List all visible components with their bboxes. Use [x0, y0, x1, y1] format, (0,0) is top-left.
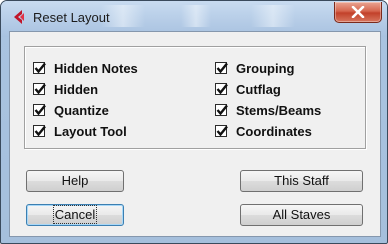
checkbox-label: Stems/Beams — [236, 102, 322, 118]
titlebar-reflection — [181, 5, 211, 27]
close-x-icon — [351, 6, 365, 18]
checkbox-stems-beams[interactable]: Stems/Beams — [215, 101, 321, 119]
checkbox-grouping[interactable]: Grouping — [215, 59, 295, 77]
checkbox-quantize[interactable]: Quantize — [33, 101, 109, 119]
checkmark-icon — [34, 104, 46, 116]
checkbox-box[interactable] — [215, 83, 228, 95]
checkmark-icon — [216, 104, 228, 116]
checkmark-icon — [34, 125, 46, 137]
checkmark-icon — [216, 83, 228, 95]
cubase-logo-icon — [14, 10, 24, 24]
checkbox-label: Hidden Notes — [54, 60, 138, 76]
reset-layout-dialog: Reset Layout Hidden Notes Hidden Quantiz… — [0, 0, 388, 244]
checkbox-hidden[interactable]: Hidden — [33, 80, 98, 98]
checkbox-layout-tool[interactable]: Layout Tool — [33, 122, 127, 140]
checkmark-icon — [216, 62, 228, 74]
checkbox-box[interactable] — [33, 104, 46, 116]
dialog-body: Hidden Notes Hidden Quantize Layout Tool — [9, 31, 381, 237]
checkbox-hidden-notes[interactable]: Hidden Notes — [33, 59, 138, 77]
checkbox-label: Cutflag — [236, 81, 281, 97]
checkbox-label: Quantize — [54, 102, 109, 118]
checkbox-box[interactable] — [33, 62, 46, 74]
checkbox-label: Grouping — [236, 60, 295, 76]
reset-options-group: Hidden Notes Hidden Quantize Layout Tool — [24, 46, 366, 149]
checkbox-box[interactable] — [215, 104, 228, 116]
help-button-label: Help — [61, 173, 89, 188]
checkbox-box[interactable] — [215, 125, 228, 137]
checkbox-coordinates[interactable]: Coordinates — [215, 122, 312, 140]
checkbox-label: Coordinates — [236, 123, 312, 139]
all-staves-button[interactable]: All Staves — [240, 204, 363, 226]
checkmark-icon — [34, 62, 46, 74]
this-staff-button[interactable]: This Staff — [240, 170, 363, 192]
checkmark-icon — [34, 83, 46, 95]
checkmark-icon — [216, 125, 228, 137]
cancel-button[interactable]: Cancel — [26, 204, 124, 226]
window-title: Reset Layout — [33, 10, 110, 25]
checkbox-label: Layout Tool — [54, 123, 127, 139]
close-button[interactable] — [334, 2, 382, 23]
checkbox-cutflag[interactable]: Cutflag — [215, 80, 281, 98]
this-staff-button-label: This Staff — [274, 173, 329, 188]
all-staves-button-label: All Staves — [272, 207, 331, 222]
titlebar-reflection — [251, 5, 295, 27]
checkbox-box[interactable] — [33, 125, 46, 137]
checkbox-box[interactable] — [215, 62, 228, 74]
checkbox-box[interactable] — [33, 83, 46, 95]
cancel-button-label: Cancel — [52, 205, 98, 224]
checkbox-label: Hidden — [54, 81, 99, 97]
help-button[interactable]: Help — [26, 170, 124, 192]
